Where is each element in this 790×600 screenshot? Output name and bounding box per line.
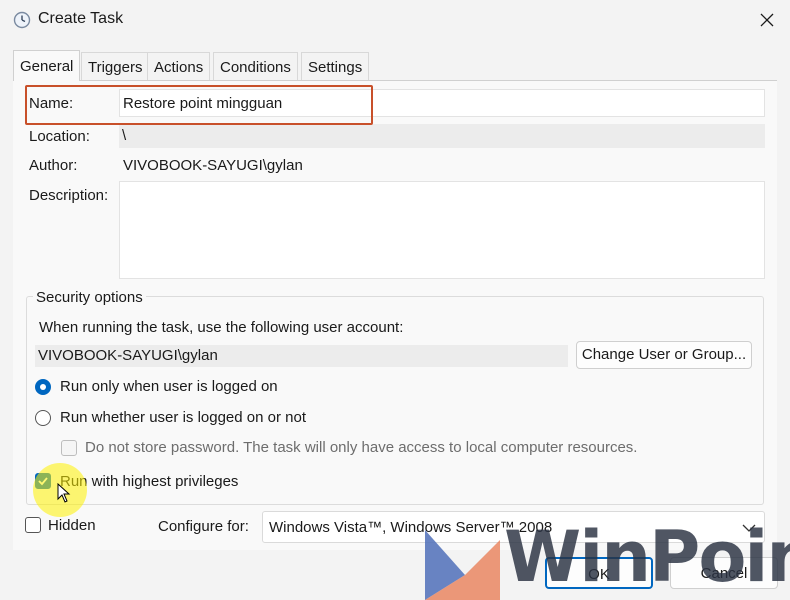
radio-run-whether-label[interactable]: Run whether user is logged on or not <box>60 409 306 426</box>
close-icon <box>760 13 774 27</box>
radio-run-logged-on[interactable] <box>35 379 51 395</box>
user-account-field: VIVOBOOK-SAYUGI\gylan <box>35 345 568 367</box>
configure-for-label: Configure for: <box>158 518 249 535</box>
location-label: Location: <box>29 128 90 145</box>
tab-settings[interactable]: Settings <box>301 52 370 80</box>
author-value: VIVOBOOK-SAYUGI\gylan <box>123 157 303 174</box>
mouse-pointer-icon <box>57 483 71 503</box>
watermark-text: WinPoin <box>504 516 790 598</box>
radio-run-logged-on-label[interactable]: Run only when user is logged on <box>60 378 278 395</box>
title-bar: Create Task <box>0 0 790 40</box>
tab-general[interactable]: General <box>13 50 81 81</box>
name-highlight-box <box>25 85 373 125</box>
general-panel: Name: Restore point mingguan Location: \… <box>13 80 777 550</box>
author-label: Author: <box>29 157 78 174</box>
location-value: \ <box>122 127 127 144</box>
close-button[interactable] <box>744 0 790 40</box>
location-field: \ <box>119 124 765 148</box>
tab-conditions[interactable]: Conditions <box>213 52 298 80</box>
description-label: Description: <box>29 187 109 204</box>
description-input[interactable] <box>119 181 765 279</box>
watermark-logo: WinPoin <box>420 510 790 600</box>
tab-triggers[interactable]: Triggers <box>81 52 150 80</box>
account-prompt: When running the task, use the following… <box>39 319 404 336</box>
tab-actions[interactable]: Actions <box>147 52 211 80</box>
no-store-password-label: Do not store password. The task will onl… <box>85 439 638 456</box>
no-store-password-checkbox[interactable] <box>61 440 77 456</box>
clock-icon <box>13 11 31 29</box>
security-options-title: Security options <box>33 289 146 306</box>
window-title: Create Task <box>38 10 124 27</box>
winpoin-logo-icon <box>425 530 500 600</box>
hidden-label[interactable]: Hidden <box>48 517 96 534</box>
change-user-button[interactable]: Change User or Group... <box>576 341 752 369</box>
hidden-checkbox[interactable] <box>25 517 41 533</box>
user-account-value: VIVOBOOK-SAYUGI\gylan <box>38 347 218 364</box>
radio-run-whether[interactable] <box>35 410 51 426</box>
